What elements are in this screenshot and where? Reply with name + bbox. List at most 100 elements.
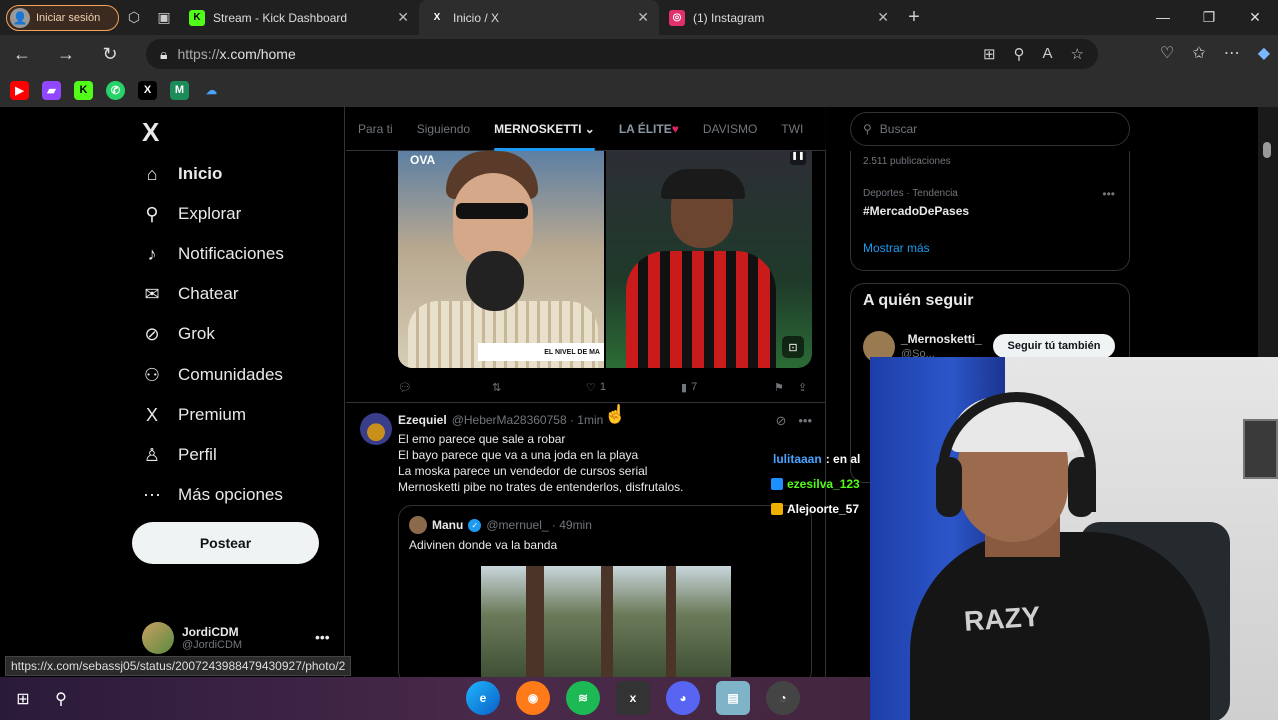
minimize-icon[interactable]: — (1140, 9, 1186, 26)
app-available-icon[interactable]: ⊞ (983, 45, 996, 63)
pause-icon[interactable]: ❚❚ (790, 151, 806, 165)
firefox-icon[interactable]: ◉ (516, 681, 550, 715)
tab-para-ti[interactable]: Para ti (346, 107, 405, 151)
url-field[interactable]: 🔒︎ https://x.com/home ⊞ ⚲ A ☆ (146, 39, 1098, 69)
heart-icon: ♥ (671, 121, 679, 136)
close-icon[interactable]: ✕ (397, 9, 409, 26)
favorites-icon[interactable]: ✩ (1192, 43, 1205, 63)
refresh-icon[interactable]: ↻ (88, 44, 132, 65)
tab-instagram[interactable]: ◎ (1) Instagram ✕ (659, 0, 899, 35)
reply-icon[interactable]: 💬︎ (398, 381, 412, 394)
restore-icon[interactable]: ❐ (1186, 9, 1232, 26)
sidebar-item-perfil[interactable]: ♙ Perfil (142, 440, 217, 470)
tab-siguiendo[interactable]: Siguiendo (405, 107, 482, 151)
zoom-icon[interactable]: ⚲ (1014, 45, 1025, 63)
browser-essentials-icon[interactable]: ♡ (1160, 43, 1174, 63)
media-photo-left[interactable]: OVA EL NIVEL DE MA (398, 151, 604, 368)
search-icon[interactable]: ⚲ (44, 682, 78, 716)
like-button[interactable]: ♡ 1 (586, 381, 606, 394)
back-icon[interactable]: ← (0, 44, 44, 65)
tweet-media[interactable]: OVA EL NIVEL DE MA ❚❚ ⊡ (398, 151, 812, 368)
views-button[interactable]: ▮ 7 (681, 381, 697, 394)
browser-tab-bar: 👤 Iniciar sesión ⬡ ▣ K Stream - Kick Das… (0, 0, 1278, 35)
close-icon[interactable]: ✕ (637, 9, 649, 26)
heart-icon: ♡ (586, 381, 596, 394)
chart-icon: ▮ (681, 381, 688, 394)
tab-la-elite[interactable]: LA ÉLITE ♥ (607, 107, 691, 151)
tab-davismo[interactable]: DAVISMO (691, 107, 769, 151)
more-icon[interactable]: ••• (798, 413, 812, 429)
tweet-author-name[interactable]: Ezequiel (398, 413, 447, 427)
retweet-icon[interactable]: ⇅ (492, 381, 501, 394)
tab-x[interactable]: X Inicio / X ✕ (419, 0, 659, 35)
app-icon[interactable]: x (616, 681, 650, 715)
more-icon[interactable]: ⋯ (1224, 43, 1240, 63)
read-aloud-icon[interactable]: A (1043, 45, 1053, 63)
youtube-icon[interactable]: ▶ (10, 80, 29, 100)
kick-icon[interactable]: K (74, 80, 93, 100)
left-sidebar: X ⌂ Inicio ⚲ Explorar ♪ Notificaciones ✉ Cha… (5, 107, 345, 677)
spotify-icon[interactable]: ≋ (566, 681, 600, 715)
follow-button[interactable]: Seguir tú también (993, 334, 1115, 358)
tweet-author-handle[interactable]: @HeberMa28360758 · 1min (452, 413, 604, 427)
search-input[interactable]: ⚲ Buscar (850, 112, 1130, 146)
sidebar-item-notificaciones[interactable]: ♪ Notificaciones (142, 239, 284, 269)
x-icon[interactable]: X (138, 80, 157, 100)
sidebar-item-chatear[interactable]: ✉ Chatear (142, 279, 238, 309)
windows-start-icon[interactable]: ⊞ (6, 682, 40, 716)
avatar[interactable] (360, 413, 392, 445)
close-window-icon[interactable]: ✕ (1232, 9, 1278, 26)
tab-title: Stream - Kick Dashboard (213, 10, 348, 25)
scrollbar-thumb[interactable] (1263, 142, 1271, 158)
x-logo-icon[interactable]: X (142, 117, 159, 148)
cloud-icon[interactable]: ☁ (202, 81, 221, 100)
tweet[interactable]: Ezequiel @HeberMa28360758 · 1min ⊘ ••• E… (346, 403, 826, 677)
tweet-line: El bayo parece que va a una joda en la p… (398, 448, 639, 462)
post-button[interactable]: Postear (132, 522, 319, 564)
twitch-icon[interactable]: ▰ (42, 80, 61, 100)
notepad-icon[interactable]: ▤ (716, 681, 750, 715)
account-handle: @JordiCDM (182, 639, 243, 651)
bookmark-icon[interactable]: ⚑ (774, 381, 784, 394)
url-path: x.com/home (219, 46, 296, 62)
suggested-user-name[interactable]: _Mernosketti_ (901, 332, 982, 346)
account-more-icon[interactable]: ••• (315, 629, 330, 645)
discord-icon[interactable]: ◕ (666, 681, 700, 715)
sidebar-item-comunidades[interactable]: ⚇ Comunidades (142, 360, 283, 390)
sidebar-item-explorar[interactable]: ⚲ Explorar (142, 199, 241, 229)
trend-name[interactable]: #MercadoDePases (863, 204, 969, 218)
tab-kick[interactable]: K Stream - Kick Dashboard ✕ (179, 0, 419, 35)
profile-sign-in-button[interactable]: 👤 Iniciar sesión (6, 4, 119, 31)
new-tab-button[interactable]: + (899, 6, 929, 29)
grok-icon[interactable]: ⊘ (775, 413, 786, 429)
share-icon[interactable]: ⇪ (798, 381, 807, 394)
show-more-link[interactable]: Mostrar más (863, 241, 930, 255)
sidebar-item-grok[interactable]: ⊘ Grok (142, 319, 214, 349)
mega-icon[interactable]: M (170, 80, 189, 100)
tab-title: (1) Instagram (693, 10, 765, 25)
sidebar-item-label: Perfil (178, 445, 217, 464)
expand-icon[interactable]: ⊡ (782, 336, 804, 358)
more-icon[interactable]: ••• (1102, 187, 1115, 201)
workspaces-icon[interactable]: ⬡ (119, 3, 149, 33)
obs-icon[interactable]: ◔ (766, 681, 800, 715)
sidebar-item-mas-opciones[interactable]: ⋯ Más opciones (142, 480, 283, 510)
media-photo-right[interactable]: ❚❚ ⊡ (606, 151, 812, 368)
tab-actions-icon[interactable]: ▣ (149, 3, 179, 33)
trend-category: Deportes · Tendencia (863, 188, 958, 199)
sidebar-item-premium[interactable]: X Premium (142, 400, 246, 430)
tab-mernosketti[interactable]: MERNOSKETTI ⌄ (482, 107, 607, 151)
account-switcher[interactable]: JordiCDM @JordiCDM (142, 622, 242, 654)
close-icon[interactable]: ✕ (877, 9, 889, 26)
quoted-tweet[interactable]: Manu ✓ @mernuel_ · 49min Adivinen donde … (398, 505, 812, 677)
copilot-icon[interactable]: ◆ (1258, 43, 1270, 63)
home-icon: ⌂ (146, 163, 158, 184)
sidebar-item-inicio[interactable]: ⌂ Inicio (142, 159, 223, 189)
whatsapp-icon[interactable]: ✆ (106, 80, 125, 100)
forward-icon[interactable]: → (44, 44, 88, 65)
edge-icon[interactable]: e (466, 681, 500, 715)
tab-twi[interactable]: TWI (769, 107, 815, 151)
favorite-star-icon[interactable]: ☆ (1071, 45, 1084, 63)
avatar (409, 516, 427, 534)
quote-photo[interactable] (481, 566, 731, 677)
